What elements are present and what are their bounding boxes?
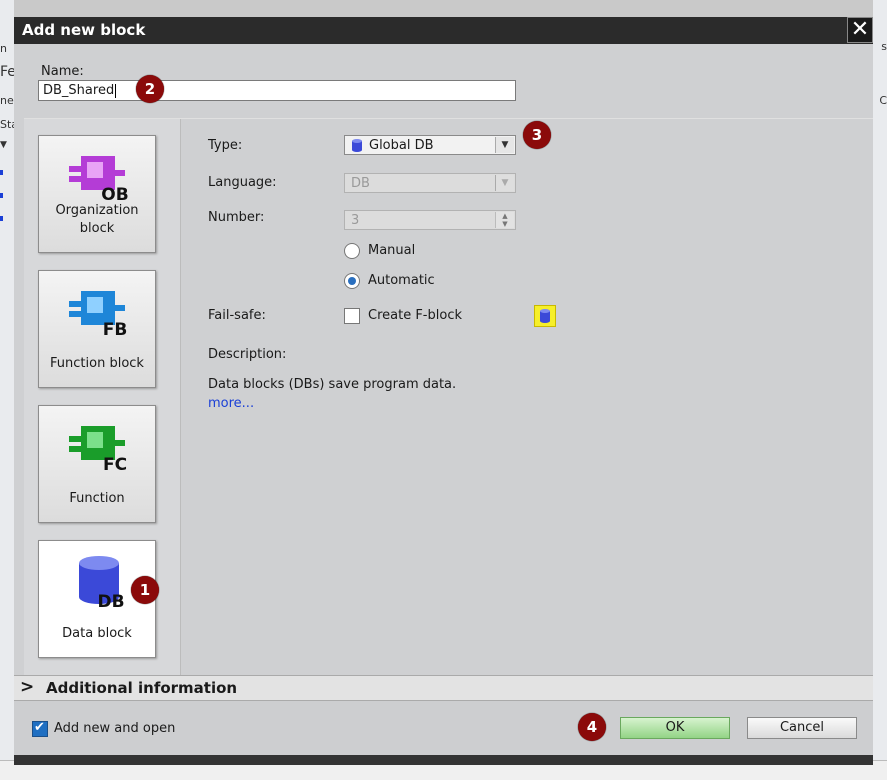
chevron-down-icon: ▼ [495, 175, 514, 191]
data-block-label: Data block [62, 626, 132, 641]
dialog-title: Add new block [22, 21, 146, 39]
description-label: Description: [208, 347, 287, 362]
type-value: Global DB [369, 138, 434, 153]
close-icon: ✕ [850, 17, 870, 42]
chevron-right-icon: > [20, 677, 35, 697]
create-fblock-checkbox[interactable] [344, 308, 360, 324]
type-label: Type: [208, 138, 243, 153]
background-app-left-edge: n Fe ne Sta ▼ [0, 0, 18, 779]
database-cylinder-icon: DB [79, 556, 125, 609]
bg-fragment: s [881, 40, 887, 53]
function-block-icon: FB [69, 291, 128, 339]
function-code: FC [103, 455, 127, 474]
automatic-radio-label: Automatic [368, 273, 435, 288]
bg-marker [0, 170, 3, 175]
annotation-badge: 4 [578, 713, 606, 741]
bg-fragment: ne [0, 94, 14, 107]
chevron-down-icon: ▼ [495, 137, 514, 153]
bg-fragment: C [879, 94, 887, 107]
organization-block-button[interactable]: OB Organization block [38, 135, 156, 253]
number-spinner: 3 ▲ ▼ [344, 210, 516, 230]
language-dropdown: DB ▼ [344, 173, 516, 193]
bg-marker [0, 193, 3, 198]
dialog-titlebar: Add new block ✕ [14, 17, 873, 44]
name-label: Name: [41, 64, 84, 79]
function-block-code: FB [103, 320, 128, 339]
additional-information-label: Additional information [46, 679, 238, 697]
automatic-radio[interactable] [344, 273, 360, 289]
close-button[interactable]: ✕ [847, 17, 873, 43]
annotation-badge: 3 [523, 121, 551, 149]
function-block-button[interactable]: FB Function block [38, 270, 156, 388]
organization-block-label: Organization block [55, 203, 139, 236]
function-button[interactable]: FC Function [38, 405, 156, 523]
language-label: Language: [208, 175, 277, 190]
spin-up-icon: ▲ [495, 212, 514, 220]
spin-down-icon: ▼ [495, 220, 514, 228]
cancel-label: Cancel [779, 720, 825, 735]
type-dropdown[interactable]: Global DB ▼ [344, 135, 516, 155]
annotation-badge: 1 [131, 576, 159, 604]
failsafe-label: Fail-safe: [208, 308, 266, 323]
manual-radio-label: Manual [368, 243, 416, 258]
add-new-and-open-label: Add new and open [54, 721, 176, 736]
ok-button[interactable]: OK [620, 717, 730, 739]
annotation-badge: 2 [136, 75, 164, 103]
bg-marker [0, 216, 3, 221]
manual-radio[interactable] [344, 243, 360, 259]
add-new-block-dialog: Add new block ✕ Name: DB_Shared OB Organ… [14, 17, 873, 765]
ok-label: OK [665, 720, 685, 735]
more-link[interactable]: more... [208, 396, 254, 411]
bg-fragment: n [0, 42, 7, 55]
language-value: DB [351, 176, 370, 191]
description-text: Data blocks (DBs) save program data. [208, 377, 457, 392]
name-input[interactable]: DB_Shared [38, 80, 516, 101]
number-value: 3 [351, 213, 360, 228]
name-input-value: DB_Shared [43, 83, 115, 98]
function-block-label: Function block [50, 356, 144, 371]
bg-fragment: ▼ [0, 140, 7, 150]
number-label: Number: [208, 210, 265, 225]
function-label: Function [69, 491, 125, 506]
create-fblock-label: Create F-block [368, 308, 462, 323]
organization-block-icon: OB [69, 156, 129, 204]
dialog-bottom-border [14, 755, 873, 765]
background-app-right-edge: s C [873, 0, 887, 779]
function-icon: FC [69, 426, 127, 474]
additional-information-bar[interactable]: > Additional information [14, 675, 873, 701]
global-db-icon [352, 139, 362, 152]
safety-db-icon [534, 305, 556, 327]
add-new-and-open-checkbox[interactable] [32, 720, 48, 737]
data-block-code: DB [97, 592, 124, 609]
cancel-button[interactable]: Cancel [747, 717, 857, 739]
text-caret [115, 83, 117, 98]
